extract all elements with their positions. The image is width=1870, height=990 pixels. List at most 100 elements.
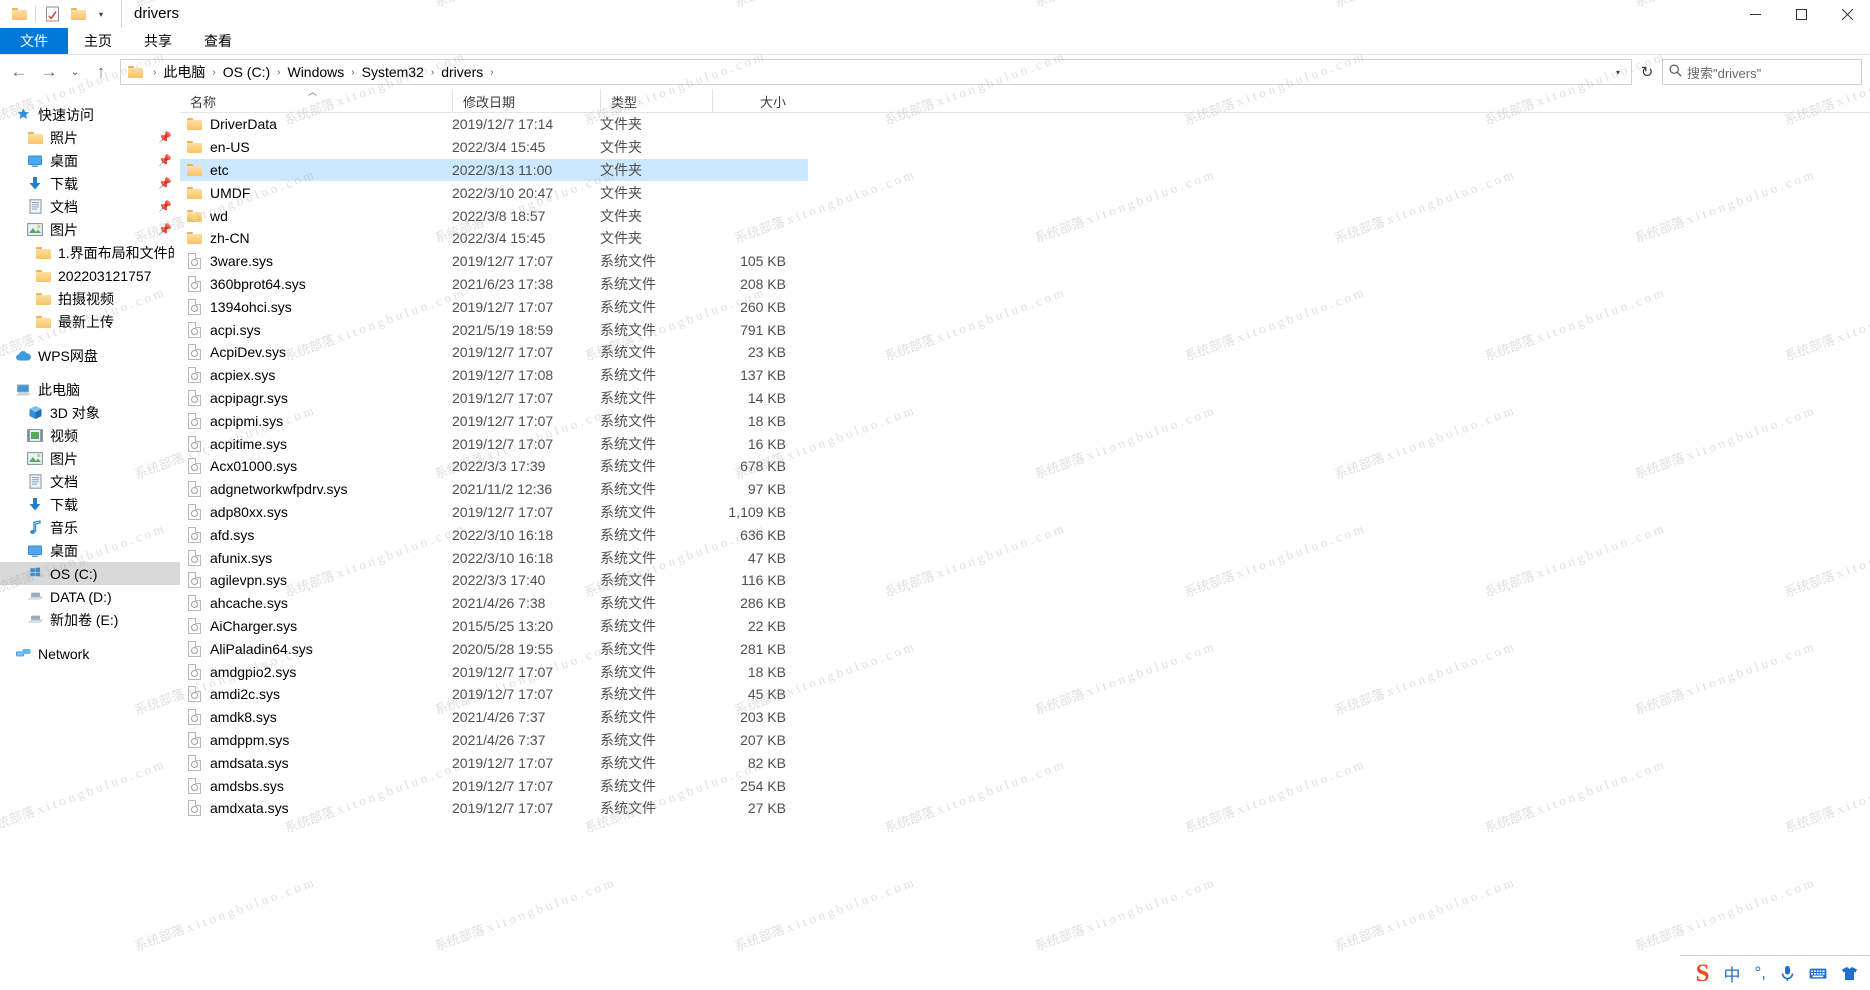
sidebar-item-network[interactable]: Network <box>0 642 180 665</box>
table-row[interactable]: agilevpn.sys 2022/3/3 17:40 系统文件 116 KB <box>180 569 808 592</box>
sidebar-item-202203121757[interactable]: 202203121757 <box>0 264 180 287</box>
pin-icon[interactable]: 📌 <box>158 200 172 213</box>
table-row[interactable]: amdk8.sys 2021/4/26 7:37 系统文件 203 KB <box>180 706 808 729</box>
folder-icon[interactable] <box>6 2 32 26</box>
recent-locations-button[interactable]: ⌄ <box>64 57 86 87</box>
table-row[interactable]: ahcache.sys 2021/4/26 7:38 系统文件 286 KB <box>180 592 808 615</box>
tab-file[interactable]: 文件 <box>0 28 68 54</box>
file-name: etc <box>210 161 229 178</box>
breadcrumb-item-windows[interactable]: Windows <box>282 62 349 82</box>
table-row[interactable]: amdppm.sys 2021/4/26 7:37 系统文件 207 KB <box>180 729 808 752</box>
sidebar-item-3d-objects[interactable]: 3D 对象 <box>0 401 180 424</box>
minimize-button[interactable] <box>1732 0 1778 28</box>
pin-icon[interactable]: 📌 <box>158 154 172 167</box>
sidebar-item-photos[interactable]: 照片 📌 <box>0 126 180 149</box>
table-row[interactable]: adgnetworkwfpdrv.sys 2021/11/2 12:36 系统文件 9… <box>180 478 808 501</box>
ime-mode-chinese[interactable]: 中 <box>1723 961 1740 986</box>
table-row[interactable]: amdxata.sys 2019/12/7 17:07 系统文件 27 KB <box>180 797 808 820</box>
breadcrumb-dropdown-icon[interactable]: ▾ <box>1607 60 1629 84</box>
sidebar-item-new-volume-e[interactable]: 新加卷 (E:) <box>0 608 180 631</box>
table-row[interactable]: 1394ohci.sys 2019/12/7 17:07 系统文件 260 KB <box>180 295 808 318</box>
file-type: 系统文件 <box>600 526 656 543</box>
table-row[interactable]: acpipagr.sys 2019/12/7 17:07 系统文件 14 KB <box>180 387 808 410</box>
microphone-icon[interactable] <box>1780 965 1795 982</box>
table-row[interactable]: amdi2c.sys 2019/12/7 17:07 系统文件 45 KB <box>180 683 808 706</box>
keyboard-icon[interactable] <box>1809 967 1827 980</box>
table-row[interactable]: UMDF 2022/3/10 20:47 文件夹 <box>180 181 808 204</box>
sidebar-item-documents[interactable]: 文档 📌 <box>0 195 180 218</box>
breadcrumb-item-this-pc[interactable]: 此电脑 <box>158 60 210 84</box>
search-input[interactable]: 搜索"drivers" <box>1662 59 1862 85</box>
table-row[interactable]: AiCharger.sys 2015/5/25 13:20 系统文件 22 KB <box>180 615 808 638</box>
sidebar-item-data-d[interactable]: DATA (D:) <box>0 585 180 608</box>
drive-icon <box>26 611 44 629</box>
column-header-date-modified[interactable]: 修改日期 <box>452 89 600 113</box>
properties-icon[interactable] <box>39 2 65 26</box>
breadcrumb-item-system32[interactable]: System32 <box>357 62 429 82</box>
chevron-down-icon[interactable]: ▾ <box>91 3 111 25</box>
table-row[interactable]: adp80xx.sys 2019/12/7 17:07 系统文件 1,109 KB <box>180 501 808 524</box>
refresh-button[interactable]: ↻ <box>1632 59 1662 85</box>
sidebar-item-documents-pc[interactable]: 文档 <box>0 470 180 493</box>
pin-icon[interactable]: 📌 <box>158 223 172 236</box>
table-row[interactable]: zh-CN 2022/3/4 15:45 文件夹 <box>180 227 808 250</box>
breadcrumb-item-os-c[interactable]: OS (C:) <box>218 62 275 82</box>
tab-home[interactable]: 主页 <box>68 28 128 54</box>
table-row[interactable]: wd 2022/3/8 18:57 文件夹 <box>180 204 808 227</box>
pin-icon[interactable]: 📌 <box>158 177 172 190</box>
sidebar-item-pictures[interactable]: 图片 📌 <box>0 218 180 241</box>
table-row[interactable]: afunix.sys 2022/3/10 16:18 系统文件 47 KB <box>180 546 808 569</box>
new-folder-icon[interactable] <box>65 2 91 26</box>
up-button[interactable]: ↑ <box>86 57 116 87</box>
table-row[interactable]: acpitime.sys 2019/12/7 17:07 系统文件 16 KB <box>180 432 808 455</box>
breadcrumb-bar[interactable]: › 此电脑 › OS (C:) › Windows › System32 › d… <box>120 59 1632 85</box>
breadcrumb-item-drivers[interactable]: drivers <box>436 62 488 82</box>
file-name: AiCharger.sys <box>210 617 298 634</box>
table-row[interactable]: 360bprot64.sys 2021/6/23 17:38 系统文件 208 KB <box>180 273 808 296</box>
table-row[interactable]: amdsata.sys 2019/12/7 17:07 系统文件 82 KB <box>180 751 808 774</box>
sidebar-item-pictures-pc[interactable]: 图片 <box>0 447 180 470</box>
forward-button[interactable]: → <box>34 57 64 87</box>
sidebar-item-videos[interactable]: 视频 <box>0 424 180 447</box>
table-row[interactable]: AliPaladin64.sys 2020/5/28 19:55 系统文件 281 K… <box>180 637 808 660</box>
table-row[interactable]: DriverData 2019/12/7 17:14 文件夹 <box>180 113 808 136</box>
sidebar-item-downloads[interactable]: 下载 📌 <box>0 172 180 195</box>
sidebar-item-wps-cloud[interactable]: WPS网盘 <box>0 344 180 367</box>
system-file-icon <box>186 481 203 498</box>
sidebar-item-this-pc[interactable]: 此电脑 <box>0 378 180 401</box>
table-row[interactable]: amdgpio2.sys 2019/12/7 17:07 系统文件 18 KB <box>180 660 808 683</box>
table-row[interactable]: 3ware.sys 2019/12/7 17:07 系统文件 105 KB <box>180 250 808 273</box>
sidebar-item-latest-upload[interactable]: 最新上传 <box>0 310 180 333</box>
table-row[interactable]: acpi.sys 2021/5/19 18:59 系统文件 791 KB <box>180 318 808 341</box>
column-header-name[interactable]: 名称 ︿ <box>180 89 452 113</box>
close-button[interactable] <box>1824 0 1870 28</box>
tab-share[interactable]: 共享 <box>128 28 188 54</box>
sidebar-item-label: 拍摄视频 <box>58 290 114 307</box>
table-row[interactable]: acpiex.sys 2019/12/7 17:08 系统文件 137 KB <box>180 364 808 387</box>
table-row[interactable]: AcpiDev.sys 2019/12/7 17:07 系统文件 23 KB <box>180 341 808 364</box>
skin-icon[interactable] <box>1841 966 1858 981</box>
pin-icon[interactable]: 📌 <box>158 131 172 144</box>
sidebar-item-music[interactable]: 音乐 <box>0 516 180 539</box>
table-row[interactable]: amdsbs.sys 2019/12/7 17:07 系统文件 254 KB <box>180 774 808 797</box>
tab-view[interactable]: 查看 <box>188 28 248 54</box>
table-row[interactable]: acpipmi.sys 2019/12/7 17:07 系统文件 18 KB <box>180 409 808 432</box>
sidebar-item-os-c[interactable]: OS (C:) <box>0 562 180 585</box>
back-button[interactable]: ← <box>4 57 34 87</box>
ime-punctuation-icon[interactable]: °, <box>1754 963 1766 983</box>
sidebar-item-downloads-pc[interactable]: 下载 <box>0 493 180 516</box>
table-row[interactable]: etc 2022/3/13 11:00 文件夹 <box>180 158 808 182</box>
sidebar-item-desktop-pc[interactable]: 桌面 <box>0 539 180 562</box>
table-row[interactable]: en-US 2022/3/4 15:45 文件夹 <box>180 136 808 159</box>
sidebar-item-label: 桌面 <box>50 152 78 169</box>
maximize-button[interactable] <box>1778 0 1824 28</box>
table-row[interactable]: Acx01000.sys 2022/3/3 17:39 系统文件 678 KB <box>180 455 808 478</box>
column-header-type[interactable]: 类型 <box>600 89 712 113</box>
column-header-size[interactable]: 大小 <box>712 89 796 113</box>
sidebar-item-quick-access[interactable]: 快速访问 <box>0 103 180 126</box>
sogou-logo-icon[interactable]: S <box>1696 961 1710 986</box>
sidebar-item-layout-folder[interactable]: 1.界面布局和文件的 <box>0 241 180 264</box>
table-row[interactable]: afd.sys 2022/3/10 16:18 系统文件 636 KB <box>180 523 808 546</box>
sidebar-item-shot-videos[interactable]: 拍摄视频 <box>0 287 180 310</box>
sidebar-item-desktop[interactable]: 桌面 📌 <box>0 149 180 172</box>
